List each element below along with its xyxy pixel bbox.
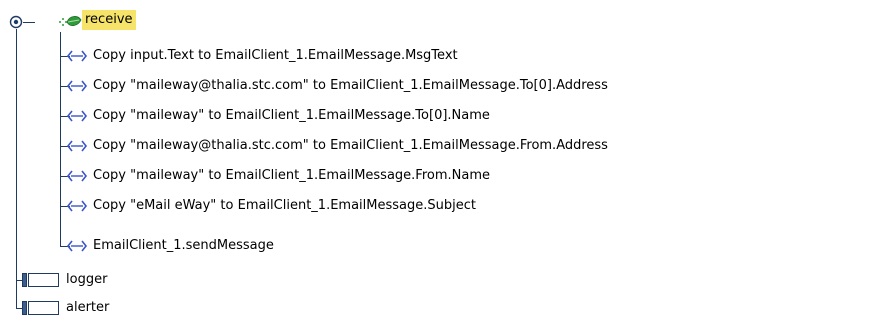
tree-node-label: logger [66, 272, 108, 287]
tree-node-label: Copy "maileway@thalia.stc.com" to EmailC… [93, 138, 608, 153]
tree-node-label: alerter [66, 300, 110, 315]
copy-arrow-icon [66, 170, 88, 182]
tree-node-label: Copy input.Text to EmailClient_1.EmailMe… [93, 48, 458, 63]
tree-node-label: Copy "maileway" to EmailClient_1.EmailMe… [93, 108, 490, 123]
tree-line-root-branch [23, 22, 35, 23]
tree-node-label: Copy "maileway@thalia.stc.com" to EmailC… [93, 78, 608, 93]
tree-line-children [60, 32, 61, 247]
copy-arrow-icon [66, 80, 88, 92]
copy-arrow-icon [66, 200, 88, 212]
copy-arrow-icon [66, 110, 88, 122]
tree-node-label: Copy "eMail eWay" to EmailClient_1.Email… [93, 198, 476, 213]
component-box-icon [22, 273, 59, 287]
expand-collapse-toggle[interactable] [9, 15, 23, 29]
method-arrow-icon [66, 240, 88, 252]
leaf-branch-icon [59, 16, 82, 26]
component-box-icon [22, 301, 59, 315]
tree-node-label: EmailClient_1.sendMessage [93, 238, 274, 253]
copy-arrow-icon [66, 140, 88, 152]
root-node-receive[interactable]: receive [82, 10, 136, 30]
tree-node-label: Copy "maileway" to EmailClient_1.EmailMe… [93, 168, 491, 183]
activity-tree: receive Copy input.Text to EmailClient_1… [0, 0, 884, 320]
copy-arrow-icon [66, 50, 88, 62]
tree-line-root [16, 29, 17, 308]
